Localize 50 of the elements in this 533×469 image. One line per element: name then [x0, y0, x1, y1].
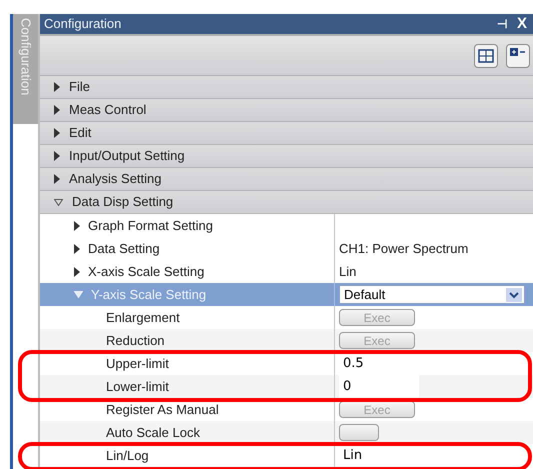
category-row[interactable]: Meas Control [40, 99, 533, 122]
category-label: Meas Control [69, 101, 146, 120]
plus-minus-icon [510, 48, 526, 56]
close-icon[interactable]: X [516, 12, 527, 36]
group-label: Data Setting [88, 240, 160, 258]
pin-icon[interactable]: ⊣ [496, 15, 507, 33]
category-row[interactable]: Data Disp Setting [40, 191, 533, 214]
category-label: Data Disp Setting [72, 193, 174, 212]
expand-icon [74, 266, 80, 276]
property-label: Lower-limit [106, 378, 169, 396]
expand-icon [54, 174, 60, 184]
category-row[interactable]: Input/Output Setting [40, 145, 533, 168]
group-label: Graph Format Setting [88, 216, 213, 235]
category-label: File [69, 78, 90, 96]
group-value: Lin [339, 262, 356, 281]
expand-icon [74, 220, 80, 230]
property-label: Register As Manual [106, 400, 219, 419]
value-field[interactable]: 0 [339, 375, 419, 398]
property-label: Lin/Log [106, 446, 149, 465]
category-label: Input/Output Setting [69, 147, 185, 166]
category-row[interactable]: Analysis Setting [40, 168, 533, 191]
expand-icon [54, 105, 60, 115]
table-icon [478, 48, 494, 62]
category-label: Analysis Setting [69, 170, 162, 188]
collapse-icon [74, 291, 83, 298]
window-title: Configuration [44, 15, 122, 34]
collapse-icon [54, 198, 63, 206]
property-label: Enlargement [106, 308, 180, 327]
category-row[interactable]: File [40, 76, 533, 99]
layout-button[interactable] [474, 44, 498, 68]
toggle-button[interactable] [339, 424, 379, 441]
group-value: CH1: Power Spectrum [339, 240, 468, 258]
category-row[interactable]: Edit [40, 122, 533, 145]
expand-collapse-button[interactable] [506, 44, 530, 68]
expand-icon [54, 128, 60, 138]
expand-icon [74, 244, 80, 254]
category-label: Edit [69, 124, 92, 142]
property-label: Upper-limit [106, 354, 169, 373]
expand-icon [54, 151, 60, 161]
scale-dropdown[interactable]: Default [339, 285, 525, 304]
property-row[interactable]: X-axis Scale Setting Lin [40, 260, 533, 283]
group-label: Y-axis Scale Setting [91, 286, 206, 304]
property-row[interactable]: Graph Format Setting [40, 214, 533, 237]
property-label: Reduction [106, 332, 165, 350]
property-label: Auto Scale Lock [106, 424, 200, 442]
property-row[interactable]: Y-axis Scale Setting Default [40, 283, 533, 306]
group-label: X-axis Scale Setting [88, 262, 204, 281]
chevron-down-icon [506, 288, 522, 302]
expand-icon [54, 82, 60, 92]
property-row[interactable]: Data Setting CH1: Power Spectrum [40, 237, 533, 260]
